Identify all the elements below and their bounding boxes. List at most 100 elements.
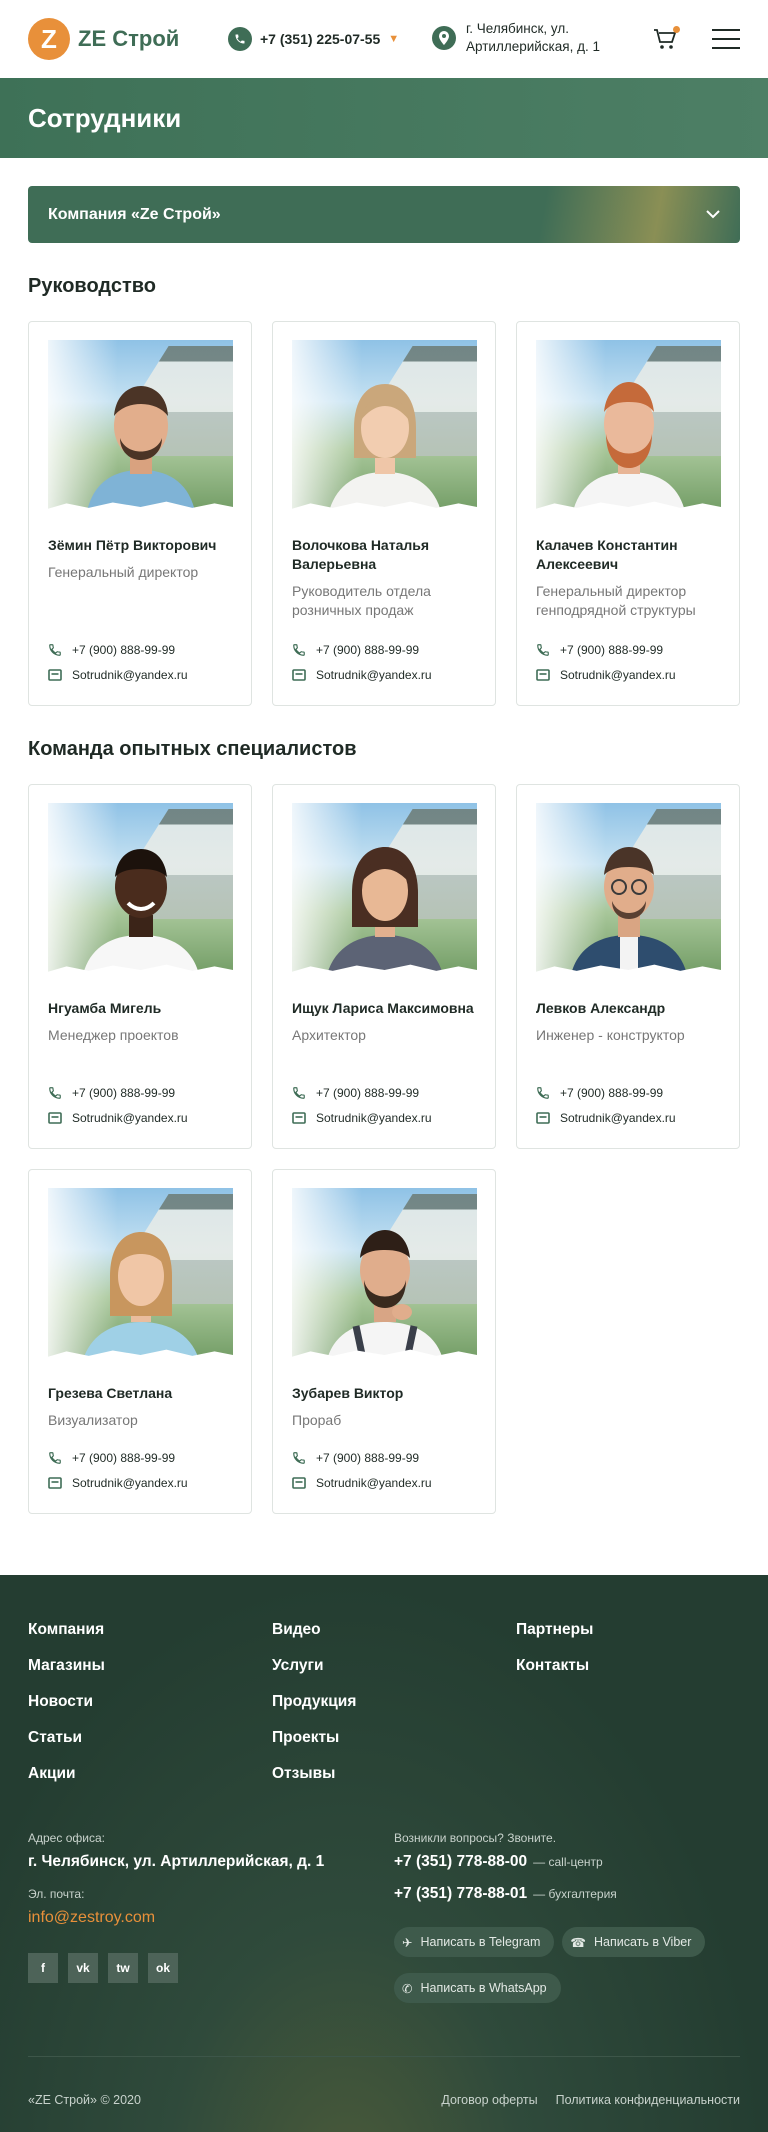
employee-role: Прораб [292, 1412, 342, 1428]
privacy-link[interactable]: Политика конфиденциальности [556, 2093, 740, 2107]
section-title-management: Руководство [28, 275, 157, 297]
employee-email[interactable]: Sotrudnik@yandex.ru [48, 1475, 188, 1491]
employee-photo [292, 1188, 477, 1364]
whatsapp-button[interactable]: ✆ Написать в WhatsApp [394, 1973, 561, 2003]
employee-phone-text: +7 (900) 888-99-99 [560, 1086, 664, 1100]
employee-email[interactable]: Sotrudnik@yandex.ru [292, 1475, 432, 1491]
office-label: Адрес офиса: [28, 1831, 105, 1845]
viber-icon: ☎ [570, 1935, 586, 1950]
footer-link[interactable]: Видео [272, 1621, 516, 1657]
footer-link[interactable]: Магазины [28, 1657, 272, 1693]
company-select-value: Компания «Ze Строй» [48, 205, 221, 223]
employee-role: Визуализатор [48, 1412, 138, 1428]
menu-icon[interactable] [712, 29, 740, 49]
twitter-icon[interactable]: tw [108, 1953, 138, 1983]
phone-icon [537, 1087, 549, 1099]
footer-link[interactable]: Продукция [272, 1693, 516, 1729]
employee-phone[interactable]: +7 (900) 888-99-99 [48, 1085, 188, 1101]
footer-link[interactable]: Новости [28, 1693, 272, 1729]
site-header: Z ZE Строй +7 (351) 225-07-55 ▼ г. Челяб… [0, 0, 768, 78]
employee-email[interactable]: Sotrudnik@yandex.ru [292, 667, 432, 683]
logo[interactable]: Z ZE Строй [28, 18, 179, 60]
employee-email[interactable]: Sotrudnik@yandex.ru [48, 1110, 188, 1126]
employee-card: Волочкова Наталья Валерьевна Руководител… [272, 321, 496, 706]
mail-icon [48, 669, 62, 681]
cart-icon[interactable] [652, 26, 680, 52]
employee-email[interactable]: Sotrudnik@yandex.ru [536, 1110, 676, 1126]
employee-role: Архитектор [292, 1027, 366, 1043]
vk-icon[interactable]: vk [68, 1953, 98, 1983]
phone-icon [537, 644, 549, 656]
social-links: f vk tw ok [28, 1953, 324, 1983]
employee-email[interactable]: Sotrudnik@yandex.ru [292, 1110, 432, 1126]
employee-card: Грезева Светлана Визуализатор +7 (900) 8… [28, 1169, 252, 1514]
footer-phone[interactable]: +7 (351) 778-88-00 [394, 1853, 527, 1871]
footer-link[interactable]: Статьи [28, 1729, 272, 1765]
telegram-icon: ✈ [402, 1935, 413, 1950]
footer-link[interactable]: Проекты [272, 1729, 516, 1765]
office-address: г. Челябинск, ул. Артиллерийская, д. 1 [28, 1853, 325, 1870]
employee-phone-text: +7 (900) 888-99-99 [560, 643, 664, 657]
employee-photo [536, 340, 721, 516]
footer-email[interactable]: info@zestroy.com [28, 1909, 324, 1927]
messenger-row: ✈ Написать в Telegram ☎ Написать в Viber [394, 1927, 740, 1957]
footer-divider [28, 2056, 740, 2057]
employee-email-text: Sotrudnik@yandex.ru [72, 1476, 188, 1490]
logo-text: ZE Строй [78, 26, 180, 51]
whatsapp-icon: ✆ [402, 1981, 413, 1996]
phone-row: +7 (351) 778-88-00 — call-центр [394, 1853, 740, 1871]
employee-phone[interactable]: +7 (900) 888-99-99 [536, 1085, 676, 1101]
employee-phone-text: +7 (900) 888-99-99 [72, 1451, 176, 1465]
offer-link[interactable]: Договор оферты [441, 2093, 537, 2107]
employee-photo [48, 340, 233, 516]
employee-phone-text: +7 (900) 888-99-99 [316, 643, 420, 657]
employee-name: Нгуамба Мигель [48, 1000, 162, 1016]
header-phone[interactable]: +7 (351) 225-07-55 ▼ [228, 27, 399, 51]
copyright: «ZE Строй» © 2020 [28, 2093, 141, 2107]
footer-link[interactable]: Компания [28, 1621, 272, 1657]
employee-phone[interactable]: +7 (900) 888-99-99 [48, 642, 188, 658]
footer-link[interactable]: Услуги [272, 1657, 516, 1693]
employee-card: Нгуамба Мигель Менеджер проектов +7 (900… [28, 784, 252, 1149]
footer-link[interactable]: Контакты [516, 1657, 760, 1693]
odnoklassniki-icon[interactable]: ok [148, 1953, 178, 1983]
chevron-down-icon[interactable]: ▼ [388, 33, 399, 45]
employee-phone[interactable]: +7 (900) 888-99-99 [48, 1450, 188, 1466]
employee-role: Инженер - конструктор [536, 1027, 685, 1043]
employee-card: Зубарев Виктор Прораб +7 (900) 888-99-99… [272, 1169, 496, 1514]
facebook-icon[interactable]: f [28, 1953, 58, 1983]
company-select[interactable]: Компания «Ze Строй» [28, 186, 740, 243]
employee-name: Ищук Лариса Максимовна [292, 1000, 474, 1016]
employee-email[interactable]: Sotrudnik@yandex.ru [48, 667, 188, 683]
title-band: Сотрудники [0, 78, 768, 158]
employee-role: Руководитель отдела розничных продаж [292, 583, 431, 618]
telegram-button[interactable]: ✈ Написать в Telegram [394, 1927, 555, 1957]
employee-name: Калачев Константин Алексеевич [536, 537, 678, 572]
footer-nav: Компания Магазины Новости Статьи Акции В… [28, 1621, 760, 1801]
employee-phone[interactable]: +7 (900) 888-99-99 [292, 1085, 432, 1101]
employee-name: Левков Александр [536, 1000, 666, 1016]
employee-photo [48, 803, 233, 979]
employee-role: Генеральный директор генподрядной структ… [536, 583, 696, 618]
employee-phone-text: +7 (900) 888-99-99 [72, 1086, 176, 1100]
footer-link[interactable]: Отзывы [272, 1765, 516, 1801]
employee-card: Ищук Лариса Максимовна Архитектор +7 (90… [272, 784, 496, 1149]
employee-phone[interactable]: +7 (900) 888-99-99 [292, 642, 432, 658]
header-phone-number: +7 (351) 225-07-55 [260, 31, 381, 47]
footer-phone-note: — call-центр [533, 1855, 603, 1869]
employee-phone-text: +7 (900) 888-99-99 [72, 643, 176, 657]
employee-phone[interactable]: +7 (900) 888-99-99 [536, 642, 676, 658]
phone-icon [228, 27, 252, 51]
viber-label: Написать в Viber [593, 1935, 692, 1949]
mail-icon [292, 669, 306, 681]
employee-email[interactable]: Sotrudnik@yandex.ru [536, 667, 676, 683]
section-title-team: Команда опытных специалистов [28, 738, 357, 760]
employee-card: Зёмин Пётр Викторович Генеральный директ… [28, 321, 252, 706]
viber-button[interactable]: ☎ Написать в Viber [562, 1927, 706, 1957]
employee-phone[interactable]: +7 (900) 888-99-99 [292, 1450, 432, 1466]
footer-link[interactable]: Акции [28, 1765, 272, 1801]
footer-phone[interactable]: +7 (351) 778-88-01 [394, 1885, 527, 1903]
footer-office: Адрес офиса: г. Челябинск, ул. Артиллери… [28, 1831, 324, 1983]
location-pin-icon [432, 26, 456, 50]
footer-link[interactable]: Партнеры [516, 1621, 760, 1657]
